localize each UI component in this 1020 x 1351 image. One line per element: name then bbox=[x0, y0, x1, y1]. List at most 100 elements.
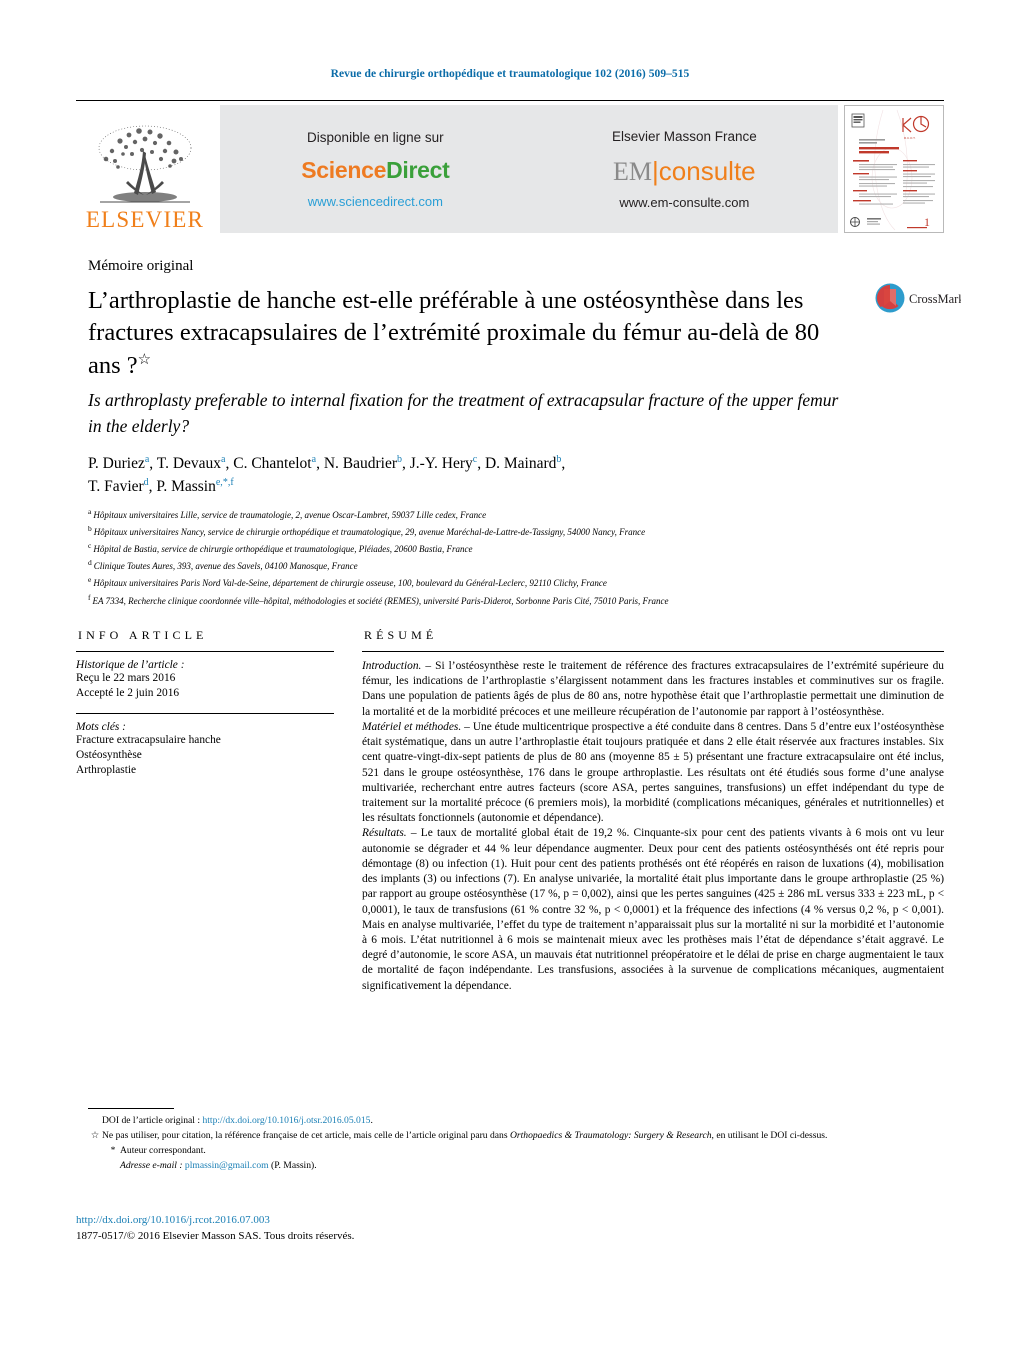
affiliation-item: a Hôpitaux universitaires Lille, service … bbox=[88, 506, 918, 523]
journal-cover-thumbnail: R.C.O.T. 1 bbox=[844, 105, 944, 233]
abstract-section-body: Une étude multicentrique prospective a é… bbox=[362, 720, 945, 825]
journal-cover-image: R.C.O.T. 1 bbox=[845, 106, 941, 232]
affiliation-item: e Hôpitaux universitaires Paris Nord Val-… bbox=[88, 574, 918, 591]
affiliation-text: Hôpitaux universitaires Lille, service d… bbox=[93, 510, 487, 520]
footnote-citation-text-1: Ne pas utiliser, pour citation, la référ… bbox=[102, 1129, 510, 1141]
page-title: L’arthroplastie de hanche est-elle préfé… bbox=[88, 285, 848, 382]
author-affiliation-mark[interactable]: a bbox=[145, 454, 149, 465]
footnote-email-link[interactable]: plmassin@gmail.com bbox=[185, 1160, 269, 1171]
info-article-heading: INFO ARTICLE bbox=[78, 628, 208, 642]
keywords-label: Mots clés : bbox=[76, 721, 126, 734]
sciencedirect-logo-part2: Direct bbox=[386, 156, 450, 183]
crossmark-badge[interactable]: CrossMark bbox=[874, 282, 965, 321]
affiliation-item: b Hôpitaux universitaires Nancy, service … bbox=[88, 523, 918, 540]
colophon-copyright: 1877-0517/© 2016 Elsevier Masson SAS. To… bbox=[76, 1229, 355, 1242]
article-first-page: Revue de chirurgie orthopédique et traum… bbox=[0, 0, 1020, 1351]
footnote-corresponding-author: * Auteur correspondant. bbox=[88, 1144, 960, 1158]
emconsulte-logo: EM|consulte bbox=[612, 156, 757, 187]
footnote-email-label: Adresse e-mail : bbox=[120, 1159, 185, 1171]
author-name: T. Favier bbox=[88, 477, 144, 495]
author-affiliation-mark[interactable]: c bbox=[473, 454, 477, 465]
author-affiliation-mark[interactable]: a bbox=[221, 454, 225, 465]
author-affiliation-mark[interactable]: a bbox=[312, 454, 316, 465]
masthead-band: Disponible en ligne sur ScienceDirect ww… bbox=[220, 105, 838, 233]
history-accepted: Accepté le 2 juin 2016 bbox=[76, 687, 180, 700]
emconsulte-logo-divider: | bbox=[652, 155, 659, 186]
footnote-corr-marker: * bbox=[110, 1144, 116, 1156]
sciencedirect-logo: ScienceDirect bbox=[301, 156, 450, 184]
info-divider bbox=[76, 651, 334, 652]
abstract-text: Introduction. – Si l’ostéosynthèse reste… bbox=[362, 659, 944, 994]
footnote-doi-end: . bbox=[370, 1115, 373, 1126]
history-received: Reçu le 22 mars 2016 bbox=[76, 672, 176, 684]
affiliation-text: Clinique Toutes Aures, 393, avenue des S… bbox=[93, 561, 358, 572]
keyword-item: Arthroplastie bbox=[76, 764, 137, 777]
abstract-section-label: Matériel et méthodes. bbox=[362, 720, 462, 733]
author-name: D. Mainard bbox=[484, 455, 557, 473]
author-affiliation-mark[interactable]: e,*,f bbox=[216, 477, 234, 488]
page-title-english: Is arthroplasty preferable to internal f… bbox=[88, 390, 839, 436]
abstract-divider bbox=[362, 651, 944, 652]
keyword-item: Ostéosynthèse bbox=[76, 749, 142, 762]
abstract-section-body: Le taux de mortalité global était de 19,… bbox=[362, 827, 944, 992]
footnote-journal-name: Orthopaedics & Traumatology: Surgery & R… bbox=[509, 1129, 712, 1141]
running-head: Revue de chirurgie orthopédique et traum… bbox=[330, 68, 690, 80]
abstract-section-body: Si l’ostéosynthèse reste le traitement d… bbox=[362, 660, 945, 718]
emconsulte-url[interactable]: www.em-consulte.com bbox=[612, 195, 757, 210]
affiliation-item: d Clinique Toutes Aures, 393, avenue des … bbox=[88, 557, 918, 574]
svg-text:1: 1 bbox=[924, 215, 930, 229]
footnote-citation-note: ☆ Ne pas utiliser, pour citation, la réfé… bbox=[88, 1129, 960, 1143]
author-name: P. Massin bbox=[156, 477, 216, 495]
abstract-section-label: Introduction. bbox=[362, 660, 422, 672]
sciencedirect-logo-part1: Science bbox=[301, 156, 387, 183]
footnote-divider bbox=[88, 1108, 174, 1109]
author-name: C. Chantelot bbox=[233, 455, 312, 473]
author-name: T. Devaux bbox=[156, 455, 222, 473]
emconsulte-logo-part1: EM bbox=[613, 156, 653, 186]
emconsulte-label: Elsevier Masson France bbox=[611, 128, 757, 144]
footnote-doi-original: DOI de l’article original : http://dx.do… bbox=[88, 1114, 960, 1128]
footnote-corr-text: Auteur correspondant. bbox=[120, 1144, 206, 1156]
abstract-section: Résultats. – Le taux de mortalité global… bbox=[362, 826, 944, 993]
keyword-item: Fracture extracapsulaire hanche bbox=[76, 734, 221, 747]
footnote-block: DOI de l’article original : http://dx.do… bbox=[88, 1108, 960, 1174]
elsevier-tree-icon bbox=[98, 125, 192, 203]
sciencedirect-url[interactable]: www.sciencedirect.com bbox=[301, 194, 449, 209]
abstract-section: Matériel et méthodes. – Une étude multic… bbox=[362, 720, 944, 827]
footnote-citation-text-2: , en utilisant le DOI ci-dessus. bbox=[711, 1129, 828, 1141]
footnote-email-suffix: (P. Massin). bbox=[268, 1159, 317, 1171]
footnote-doi-link[interactable]: http://dx.doi.org/10.1016/j.otsr.2016.05… bbox=[202, 1115, 370, 1126]
journal-masthead: ELSEVIER Disponible en ligne sur Science… bbox=[76, 100, 944, 233]
abstract-section-dash: – bbox=[421, 660, 436, 672]
affiliation-text: Hôpitaux universitaires Paris Nord Val-d… bbox=[93, 578, 607, 589]
colophon-block: http://dx.doi.org/10.1016/j.rcot.2016.07… bbox=[76, 1213, 354, 1244]
sciencedirect-block[interactable]: Disponible en ligne sur ScienceDirect ww… bbox=[289, 130, 461, 209]
abstract-section-dash: – bbox=[406, 827, 421, 840]
svg-text:CrossMark: CrossMark bbox=[909, 292, 961, 306]
author-name: N. Baudrier bbox=[323, 455, 397, 473]
emconsulte-block[interactable]: Elsevier Masson France EM|consulte www.e… bbox=[600, 129, 769, 210]
crossmark-icon: CrossMark bbox=[875, 283, 965, 313]
author-affiliation-mark[interactable]: b bbox=[397, 454, 402, 465]
footnote-star-marker: ☆ bbox=[90, 1129, 100, 1141]
elsevier-wordmark: ELSEVIER bbox=[85, 207, 205, 232]
affiliation-item: c Hôpital de Bastia, service de chirurgie… bbox=[88, 540, 918, 557]
affiliation-list: a Hôpitaux universitaires Lille, service … bbox=[88, 506, 918, 609]
abstract-section-dash: – bbox=[461, 720, 473, 733]
author-affiliation-mark[interactable]: d bbox=[144, 477, 149, 488]
abstract-column: RÉSUMÉ Introduction. – Si l’ostéosynthès… bbox=[348, 628, 944, 994]
author-affiliation-mark[interactable]: b bbox=[556, 454, 561, 465]
abstract-section: Introduction. – Si l’ostéosynthèse reste… bbox=[362, 659, 944, 720]
colophon-doi-link[interactable]: http://dx.doi.org/10.1016/j.rcot.2016.07… bbox=[76, 1214, 270, 1226]
emconsulte-logo-part2: consulte bbox=[658, 155, 756, 186]
abstract-heading: RÉSUMÉ bbox=[364, 628, 438, 642]
sciencedirect-available-label: Disponible en ligne sur bbox=[307, 129, 444, 145]
affiliation-text: Hôpitaux universitaires Nancy, service d… bbox=[93, 527, 646, 538]
elsevier-logo: ELSEVIER bbox=[76, 105, 214, 233]
svg-text:R.C.O.T.: R.C.O.T. bbox=[904, 136, 916, 140]
affiliation-item: f EA 7334, Recherche clinique coordonnée … bbox=[88, 592, 918, 609]
author-name: J.-Y. Hery bbox=[409, 455, 473, 473]
abstract-block: INFO ARTICLE Historique de l’article : R… bbox=[76, 628, 944, 994]
affiliation-text: EA 7334, Recherche clinique coordonnée v… bbox=[92, 595, 669, 606]
